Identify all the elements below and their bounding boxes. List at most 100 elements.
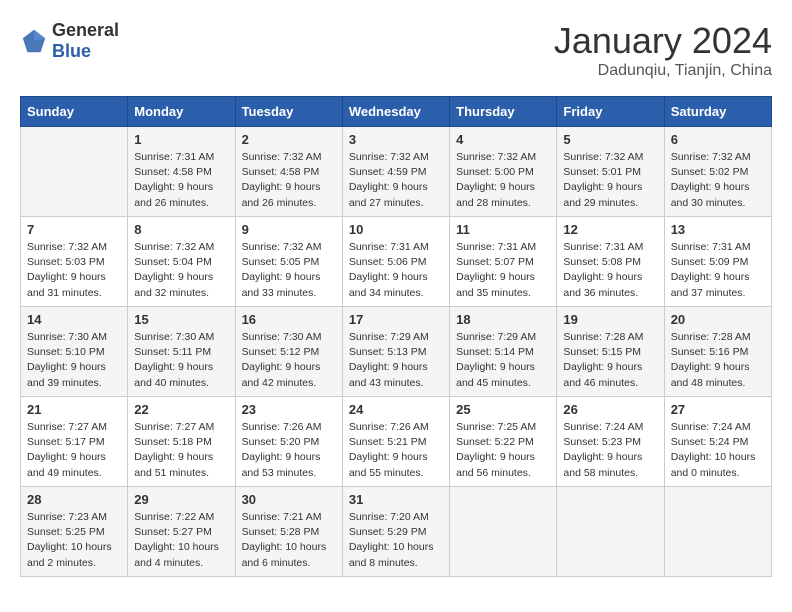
calendar-cell: 24 Sunrise: 7:26 AM Sunset: 5:21 PM Dayli… [342,397,449,487]
calendar-cell: 16 Sunrise: 7:30 AM Sunset: 5:12 PM Dayli… [235,307,342,397]
cell-daylight-info: Sunrise: 7:26 AM Sunset: 5:21 PM Dayligh… [349,420,443,481]
calendar-cell: 26 Sunrise: 7:24 AM Sunset: 5:23 PM Dayli… [557,397,664,487]
day-number: 29 [134,492,228,507]
day-number: 10 [349,222,443,237]
day-number: 7 [27,222,121,237]
cell-daylight-info: Sunrise: 7:27 AM Sunset: 5:17 PM Dayligh… [27,420,121,481]
cell-daylight-info: Sunrise: 7:32 AM Sunset: 5:00 PM Dayligh… [456,150,550,211]
cell-daylight-info: Sunrise: 7:30 AM Sunset: 5:12 PM Dayligh… [242,330,336,391]
logo-blue-text: Blue [52,41,91,61]
page-header: General Blue January 2024 Dadunqiu, Tian… [20,20,772,80]
cell-daylight-info: Sunrise: 7:20 AM Sunset: 5:29 PM Dayligh… [349,510,443,571]
calendar-cell: 14 Sunrise: 7:30 AM Sunset: 5:10 PM Dayli… [21,307,128,397]
logo: General Blue [20,20,119,62]
cell-daylight-info: Sunrise: 7:21 AM Sunset: 5:28 PM Dayligh… [242,510,336,571]
cell-daylight-info: Sunrise: 7:31 AM Sunset: 5:08 PM Dayligh… [563,240,657,301]
cell-daylight-info: Sunrise: 7:31 AM Sunset: 5:09 PM Dayligh… [671,240,765,301]
calendar-cell [664,487,771,577]
calendar-cell: 17 Sunrise: 7:29 AM Sunset: 5:13 PM Dayli… [342,307,449,397]
day-number: 2 [242,132,336,147]
calendar-cell: 5Sunrise: 7:32 AM Sunset: 5:01 PM Daylig… [557,127,664,217]
calendar-cell: 28 Sunrise: 7:23 AM Sunset: 5:25 PM Dayli… [21,487,128,577]
weekday-header-sunday: Sunday [21,97,128,127]
day-number: 1 [134,132,228,147]
calendar-cell: 27Sunrise: 7:24 AM Sunset: 5:24 PM Dayli… [664,397,771,487]
weekday-header-thursday: Thursday [450,97,557,127]
day-number: 21 [27,402,121,417]
calendar-cell: 19Sunrise: 7:28 AM Sunset: 5:15 PM Dayli… [557,307,664,397]
day-number: 5 [563,132,657,147]
cell-daylight-info: Sunrise: 7:31 AM Sunset: 5:06 PM Dayligh… [349,240,443,301]
day-number: 23 [242,402,336,417]
calendar-cell: 10 Sunrise: 7:31 AM Sunset: 5:06 PM Dayli… [342,217,449,307]
calendar-cell [557,487,664,577]
calendar-cell: 11 Sunrise: 7:31 AM Sunset: 5:07 PM Dayli… [450,217,557,307]
month-title: January 2024 [554,20,772,62]
day-number: 9 [242,222,336,237]
weekday-header-tuesday: Tuesday [235,97,342,127]
calendar-cell: 31 Sunrise: 7:20 AM Sunset: 5:29 PM Dayli… [342,487,449,577]
cell-daylight-info: Sunrise: 7:27 AM Sunset: 5:18 PM Dayligh… [134,420,228,481]
day-number: 30 [242,492,336,507]
calendar-cell: 21 Sunrise: 7:27 AM Sunset: 5:17 PM Dayli… [21,397,128,487]
calendar-cell: 20Sunrise: 7:28 AM Sunset: 5:16 PM Dayli… [664,307,771,397]
cell-daylight-info: Sunrise: 7:32 AM Sunset: 4:58 PM Dayligh… [242,150,336,211]
calendar-cell: 29Sunrise: 7:22 AM Sunset: 5:27 PM Dayli… [128,487,235,577]
calendar-cell: 3 Sunrise: 7:32 AM Sunset: 4:59 PM Daylig… [342,127,449,217]
calendar-week-row: 7Sunrise: 7:32 AM Sunset: 5:03 PM Daylig… [21,217,772,307]
day-number: 17 [349,312,443,327]
calendar-cell: 30 Sunrise: 7:21 AM Sunset: 5:28 PM Dayli… [235,487,342,577]
cell-daylight-info: Sunrise: 7:29 AM Sunset: 5:13 PM Dayligh… [349,330,443,391]
cell-daylight-info: Sunrise: 7:32 AM Sunset: 5:05 PM Dayligh… [242,240,336,301]
calendar-cell: 13Sunrise: 7:31 AM Sunset: 5:09 PM Dayli… [664,217,771,307]
calendar-cell [450,487,557,577]
calendar-cell: 2 Sunrise: 7:32 AM Sunset: 4:58 PM Daylig… [235,127,342,217]
calendar-week-row: 1 Sunrise: 7:31 AM Sunset: 4:58 PM Daylig… [21,127,772,217]
day-number: 31 [349,492,443,507]
cell-daylight-info: Sunrise: 7:30 AM Sunset: 5:10 PM Dayligh… [27,330,121,391]
calendar-cell [21,127,128,217]
weekday-header-monday: Monday [128,97,235,127]
cell-daylight-info: Sunrise: 7:32 AM Sunset: 5:04 PM Dayligh… [134,240,228,301]
day-number: 26 [563,402,657,417]
cell-daylight-info: Sunrise: 7:32 AM Sunset: 4:59 PM Dayligh… [349,150,443,211]
location: Dadunqiu, Tianjin, China [554,62,772,80]
calendar-table: SundayMondayTuesdayWednesdayThursdayFrid… [20,96,772,577]
title-block: January 2024 Dadunqiu, Tianjin, China [554,20,772,80]
day-number: 24 [349,402,443,417]
calendar-cell: 12Sunrise: 7:31 AM Sunset: 5:08 PM Dayli… [557,217,664,307]
calendar-cell: 23 Sunrise: 7:26 AM Sunset: 5:20 PM Dayli… [235,397,342,487]
cell-daylight-info: Sunrise: 7:24 AM Sunset: 5:23 PM Dayligh… [563,420,657,481]
day-number: 3 [349,132,443,147]
calendar-week-row: 28 Sunrise: 7:23 AM Sunset: 5:25 PM Dayli… [21,487,772,577]
weekday-header-friday: Friday [557,97,664,127]
logo-general-text: General [52,20,119,40]
calendar-cell: 7Sunrise: 7:32 AM Sunset: 5:03 PM Daylig… [21,217,128,307]
day-number: 14 [27,312,121,327]
day-number: 11 [456,222,550,237]
cell-daylight-info: Sunrise: 7:28 AM Sunset: 5:16 PM Dayligh… [671,330,765,391]
cell-daylight-info: Sunrise: 7:31 AM Sunset: 5:07 PM Dayligh… [456,240,550,301]
cell-daylight-info: Sunrise: 7:30 AM Sunset: 5:11 PM Dayligh… [134,330,228,391]
day-number: 15 [134,312,228,327]
cell-daylight-info: Sunrise: 7:29 AM Sunset: 5:14 PM Dayligh… [456,330,550,391]
weekday-header-wednesday: Wednesday [342,97,449,127]
calendar-week-row: 21 Sunrise: 7:27 AM Sunset: 5:17 PM Dayli… [21,397,772,487]
weekday-header-row: SundayMondayTuesdayWednesdayThursdayFrid… [21,97,772,127]
day-number: 22 [134,402,228,417]
logo-icon [20,27,48,55]
cell-daylight-info: Sunrise: 7:26 AM Sunset: 5:20 PM Dayligh… [242,420,336,481]
day-number: 28 [27,492,121,507]
cell-daylight-info: Sunrise: 7:31 AM Sunset: 4:58 PM Dayligh… [134,150,228,211]
calendar-cell: 4 Sunrise: 7:32 AM Sunset: 5:00 PM Daylig… [450,127,557,217]
cell-daylight-info: Sunrise: 7:28 AM Sunset: 5:15 PM Dayligh… [563,330,657,391]
day-number: 16 [242,312,336,327]
cell-daylight-info: Sunrise: 7:25 AM Sunset: 5:22 PM Dayligh… [456,420,550,481]
calendar-cell: 15 Sunrise: 7:30 AM Sunset: 5:11 PM Dayli… [128,307,235,397]
cell-daylight-info: Sunrise: 7:23 AM Sunset: 5:25 PM Dayligh… [27,510,121,571]
day-number: 25 [456,402,550,417]
day-number: 27 [671,402,765,417]
day-number: 8 [134,222,228,237]
day-number: 4 [456,132,550,147]
calendar-cell: 25 Sunrise: 7:25 AM Sunset: 5:22 PM Dayli… [450,397,557,487]
